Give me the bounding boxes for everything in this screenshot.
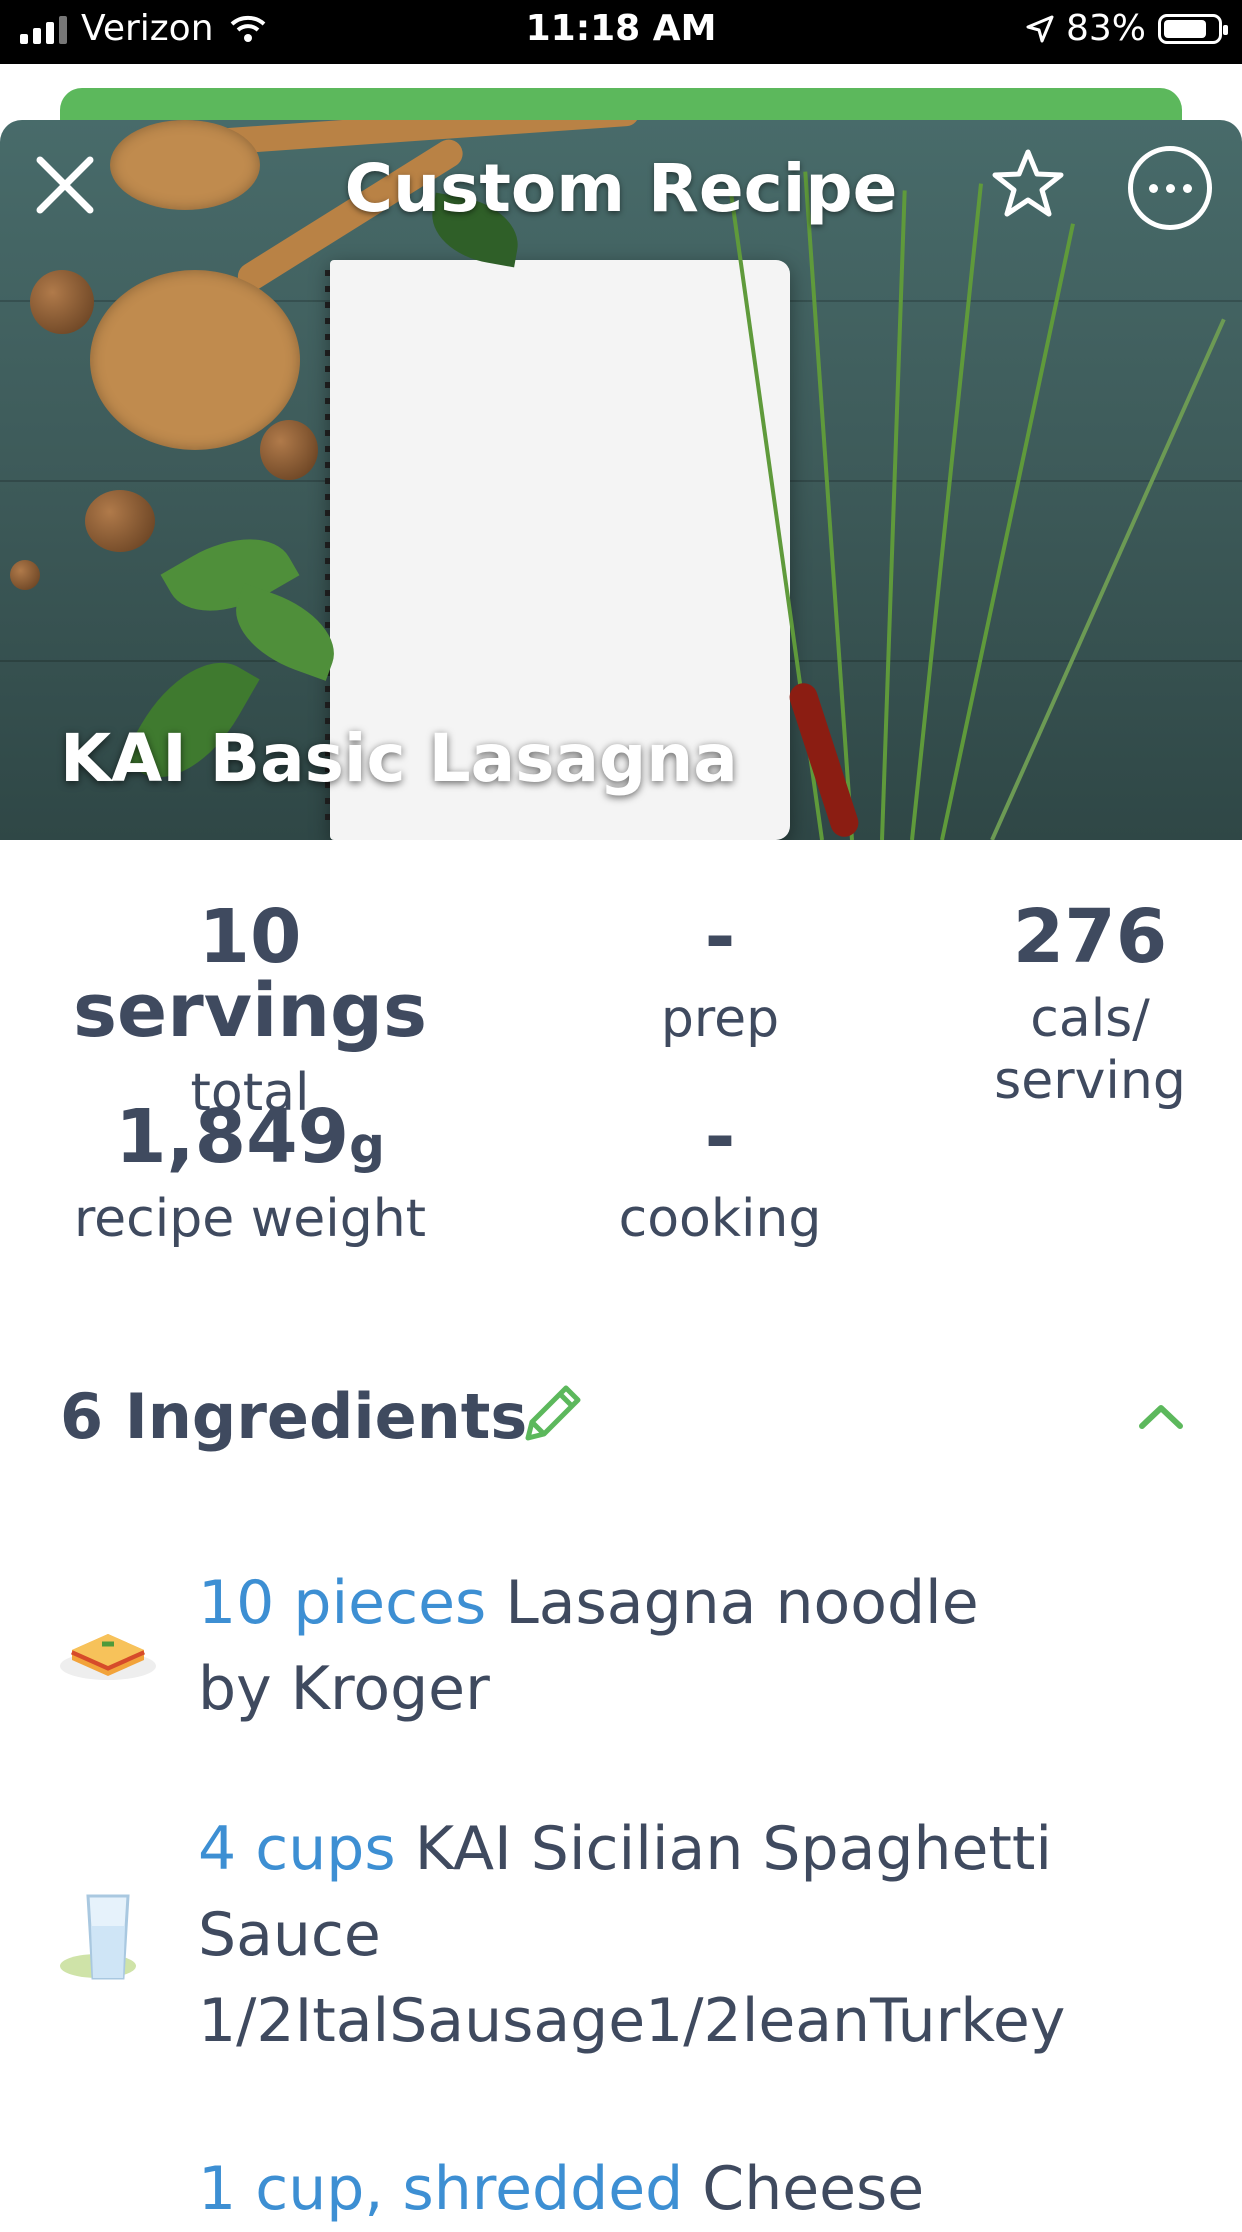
weight-value: 1,849 [115, 1094, 350, 1180]
ingredient-quantity: 1 cup, shredded [198, 2154, 684, 2224]
weight-stat: 1,849g recipe weight [40, 1100, 460, 1250]
prep-value: - [704, 894, 736, 980]
hero-toolbar: Custom Recipe [0, 120, 1242, 250]
recipe-hero-image: Custom Recipe KAI Basic Lasagna [0, 120, 1242, 840]
ingredient-quantity: 4 cups [198, 1814, 396, 1884]
spoon-bowl [90, 270, 300, 450]
ingredient-quantity: 10 pieces [198, 1568, 487, 1638]
weight-label: recipe weight [73, 1189, 427, 1249]
calories-label-line1: cals/ [1030, 989, 1150, 1049]
ingredients-header: 6 Ingredients [60, 1380, 528, 1453]
cooking-label: cooking [618, 1189, 822, 1249]
ingredient-text: 1 cup, shredded Cheese [198, 2146, 1158, 2232]
calories-stat: 276 cals/ serving [960, 900, 1220, 1113]
recipe-name: KAI Basic Lasagna [60, 720, 738, 797]
glass-icon [60, 1894, 136, 1980]
cooking-value: - [704, 1094, 736, 1180]
ingredient-name-line2: Sauce [198, 1900, 381, 1970]
lasagna-icon [60, 1634, 156, 1680]
ingredient-text: 10 pieces Lasagna noodle by Kroger [198, 1560, 1158, 1732]
more-options-icon[interactable] [1128, 146, 1212, 230]
favorite-star-icon[interactable] [990, 146, 1066, 222]
calories-value: 276 [1012, 894, 1168, 980]
ingredient-name: Lasagna noodle [505, 1568, 979, 1638]
calories-label: cals/ serving [960, 988, 1220, 1113]
pencil-icon[interactable] [516, 1378, 588, 1450]
battery-icon [1158, 13, 1228, 44]
battery-percent: 83% [1065, 8, 1146, 49]
chevron-up-icon[interactable] [1136, 1396, 1186, 1436]
ingredient-name: KAI Sicilian Spaghetti [414, 1814, 1053, 1884]
status-bar: Verizon 11:18 AM 83% [0, 0, 1242, 64]
prep-stat: - prep [570, 900, 870, 1050]
ingredient-name: Cheese [702, 2154, 925, 2224]
ingredient-text: 4 cups KAI Sicilian Spaghetti Sauce 1/2I… [198, 1806, 1158, 2064]
ingredient-brand: by Kroger [198, 1654, 490, 1724]
servings-stat: 10 servings total [40, 900, 460, 1124]
calories-label-line2: serving [994, 1051, 1186, 1112]
servings-value: 10 servings [72, 894, 428, 1054]
cooking-stat: - cooking [570, 1100, 870, 1250]
ingredient-name-line3: 1/2ItalSausage1/2leanTurkey [198, 1986, 1066, 2056]
weight-unit: g [349, 1116, 385, 1174]
location-arrow-icon [1026, 15, 1054, 42]
prep-label: prep [660, 989, 780, 1049]
status-right: 83% [1026, 8, 1228, 49]
